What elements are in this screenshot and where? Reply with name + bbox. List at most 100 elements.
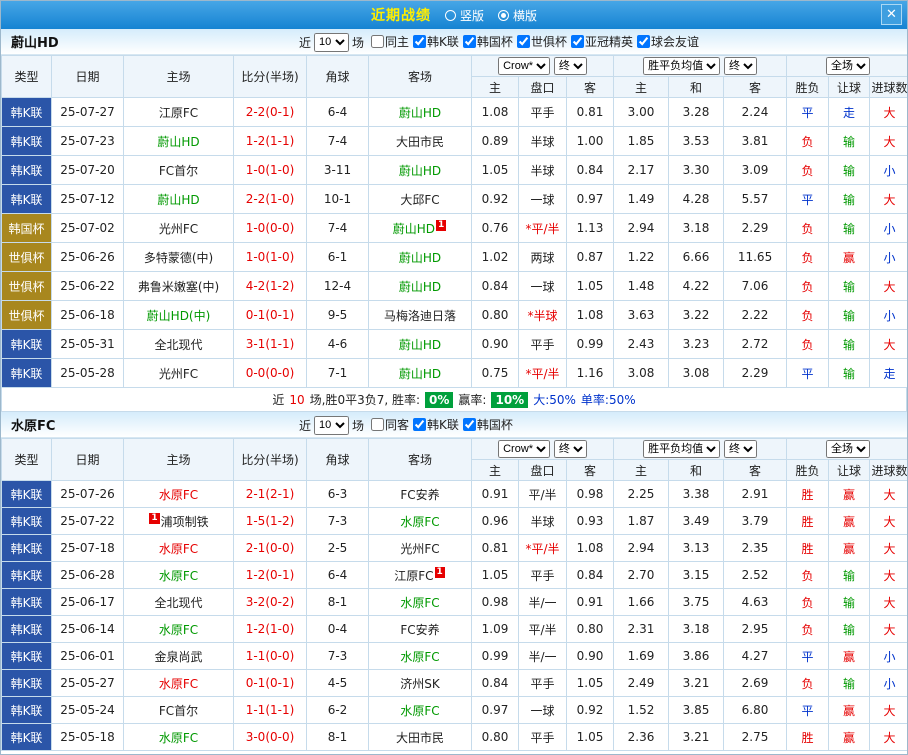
match-row: 韩K联25-07-20FC首尔1-0(1-0)3-11蔚山HD1.05半球0.8…: [2, 156, 908, 185]
checkbox-label: 世俱杯: [531, 33, 567, 50]
filter-checkbox[interactable]: 同客: [371, 416, 409, 433]
corners-cell: 7-4: [307, 214, 369, 243]
handicap-result-cell: 赢: [829, 643, 870, 670]
eu-home-cell: 1.87: [614, 508, 669, 535]
away-team-cell: 水原FC: [369, 508, 472, 535]
handicap-cell: 平/半: [519, 616, 567, 643]
handicap-cell: 半/一: [519, 589, 567, 616]
team-name: 大邱FC: [400, 193, 439, 207]
odds-away-cell: 1.08: [567, 301, 614, 330]
goals-result-cell: 大: [870, 98, 908, 127]
filter-checkbox[interactable]: 韩国杯: [463, 416, 513, 433]
handicap-result-cell: 赢: [829, 724, 870, 751]
radio-icon[interactable]: [445, 10, 456, 21]
eu-home-cell: 2.43: [614, 330, 669, 359]
checkbox-input[interactable]: [463, 35, 476, 48]
score-cell: 0-1(0-1): [234, 670, 307, 697]
eu-home-cell: 1.85: [614, 127, 669, 156]
near-label: 近: [299, 34, 311, 51]
col-goals: 进球数: [870, 460, 908, 481]
filter-checkbox[interactable]: 球会友谊: [637, 33, 699, 50]
col-corner: 角球: [307, 56, 369, 98]
team-name: 蔚山HD(中): [147, 309, 211, 323]
checkbox-input[interactable]: [517, 35, 530, 48]
europe-final-select[interactable]: 终: [724, 57, 757, 75]
filter-checkbox[interactable]: 世俱杯: [517, 33, 567, 50]
eu-away-cell: 2.95: [724, 616, 787, 643]
league-cell: 韩K联: [2, 643, 52, 670]
checkbox-input[interactable]: [571, 35, 584, 48]
col-goals: 进球数: [870, 77, 908, 98]
eu-home-cell: 2.49: [614, 670, 669, 697]
close-button[interactable]: ✕: [881, 4, 902, 25]
stats-summary: 近10场,胜0平3负7, 胜率: 0% 赢率: 10% 大:50% 单率:50%: [1, 388, 907, 412]
away-team-cell: 蔚山HD1: [369, 214, 472, 243]
scope-select[interactable]: 全场: [826, 440, 870, 458]
team-name: 济州SK: [400, 677, 440, 691]
europe-final-select[interactable]: 终: [724, 440, 757, 458]
filter-checkbox[interactable]: 同主: [371, 33, 409, 50]
col-e-home: 主: [614, 460, 669, 481]
handicap-final-select[interactable]: 终: [554, 440, 587, 458]
team-name: 蔚山HD: [399, 338, 441, 352]
odds-away-cell: 1.13: [567, 214, 614, 243]
handicap-result-cell: 输: [829, 359, 870, 388]
ulsan-results-table: 类型 日期 主场 比分(半场) 角球 客场 Crow* 终 胜平负均值 终 全场: [1, 55, 908, 388]
team-name: 水原FC: [159, 569, 198, 583]
team-name: 全北现代: [154, 338, 202, 352]
checkbox-input[interactable]: [637, 35, 650, 48]
col-h-home: 主: [472, 77, 519, 98]
bookmaker-select[interactable]: Crow*: [498, 440, 550, 458]
eu-away-cell: 3.09: [724, 156, 787, 185]
eu-home-cell: 1.66: [614, 589, 669, 616]
eu-away-cell: 2.29: [724, 359, 787, 388]
checkbox-input[interactable]: [413, 418, 426, 431]
filter-checkbox[interactable]: 韩K联: [413, 33, 459, 50]
scope-select[interactable]: 全场: [826, 57, 870, 75]
bookmaker-select[interactable]: Crow*: [498, 57, 550, 75]
radio-vertical-layout[interactable]: 竖版: [445, 7, 484, 24]
away-team-cell: 水原FC: [369, 697, 472, 724]
eu-draw-cell: 4.22: [669, 272, 724, 301]
handicap-final-select[interactable]: 终: [554, 57, 587, 75]
eu-home-cell: 3.63: [614, 301, 669, 330]
eu-home-cell: 3.08: [614, 359, 669, 388]
odds-home-cell: 0.75: [472, 359, 519, 388]
filter-checkbox[interactable]: 韩国杯: [463, 33, 513, 50]
home-team-cell: 全北现代: [124, 589, 234, 616]
europe-odds-select[interactable]: 胜平负均值: [643, 57, 720, 75]
eu-home-cell: 1.22: [614, 243, 669, 272]
away-team-cell: 蔚山HD: [369, 272, 472, 301]
corners-cell: 0-4: [307, 616, 369, 643]
handicap-cell: 一球: [519, 185, 567, 214]
match-row: 韩K联25-06-28水原FC1-2(0-1)6-4江原FC11.05平手0.8…: [2, 562, 908, 589]
europe-group-header: 胜平负均值 终: [614, 56, 787, 77]
eu-home-cell: 2.31: [614, 616, 669, 643]
checkbox-input[interactable]: [463, 418, 476, 431]
col-type: 类型: [2, 56, 52, 98]
checkbox-input[interactable]: [371, 35, 384, 48]
date-cell: 25-06-01: [52, 643, 124, 670]
team-name: 蔚山HD: [399, 251, 441, 265]
col-e-away: 客: [724, 77, 787, 98]
europe-odds-select[interactable]: 胜平负均值: [643, 440, 720, 458]
filter-checkbox[interactable]: 亚冠精英: [571, 33, 633, 50]
league-cell: 韩K联: [2, 508, 52, 535]
league-cell: 韩国杯: [2, 214, 52, 243]
team-name: 水原FC: [400, 515, 439, 529]
goals-result-cell: 小: [870, 643, 908, 670]
match-count-select[interactable]: 10: [314, 416, 349, 435]
filter-checkbox[interactable]: 韩K联: [413, 416, 459, 433]
match-row: 韩国杯25-07-02光州FC1-0(0-0)7-4蔚山HD10.76*平/半1…: [2, 214, 908, 243]
checkbox-input[interactable]: [413, 35, 426, 48]
checkbox-input[interactable]: [371, 418, 384, 431]
odds-home-cell: 0.98: [472, 589, 519, 616]
radio-horizontal-layout[interactable]: 横版: [498, 7, 537, 24]
match-row: 韩K联25-05-28光州FC0-0(0-0)7-1蔚山HD0.75*平/半1.…: [2, 359, 908, 388]
team-name: 水原FC: [400, 596, 439, 610]
radio-selected-icon[interactable]: [498, 10, 509, 21]
handicap-result-cell: 赢: [829, 481, 870, 508]
eu-draw-cell: 3.15: [669, 562, 724, 589]
match-count-select[interactable]: 10: [314, 33, 349, 52]
team-name: 水原FC: [400, 704, 439, 718]
